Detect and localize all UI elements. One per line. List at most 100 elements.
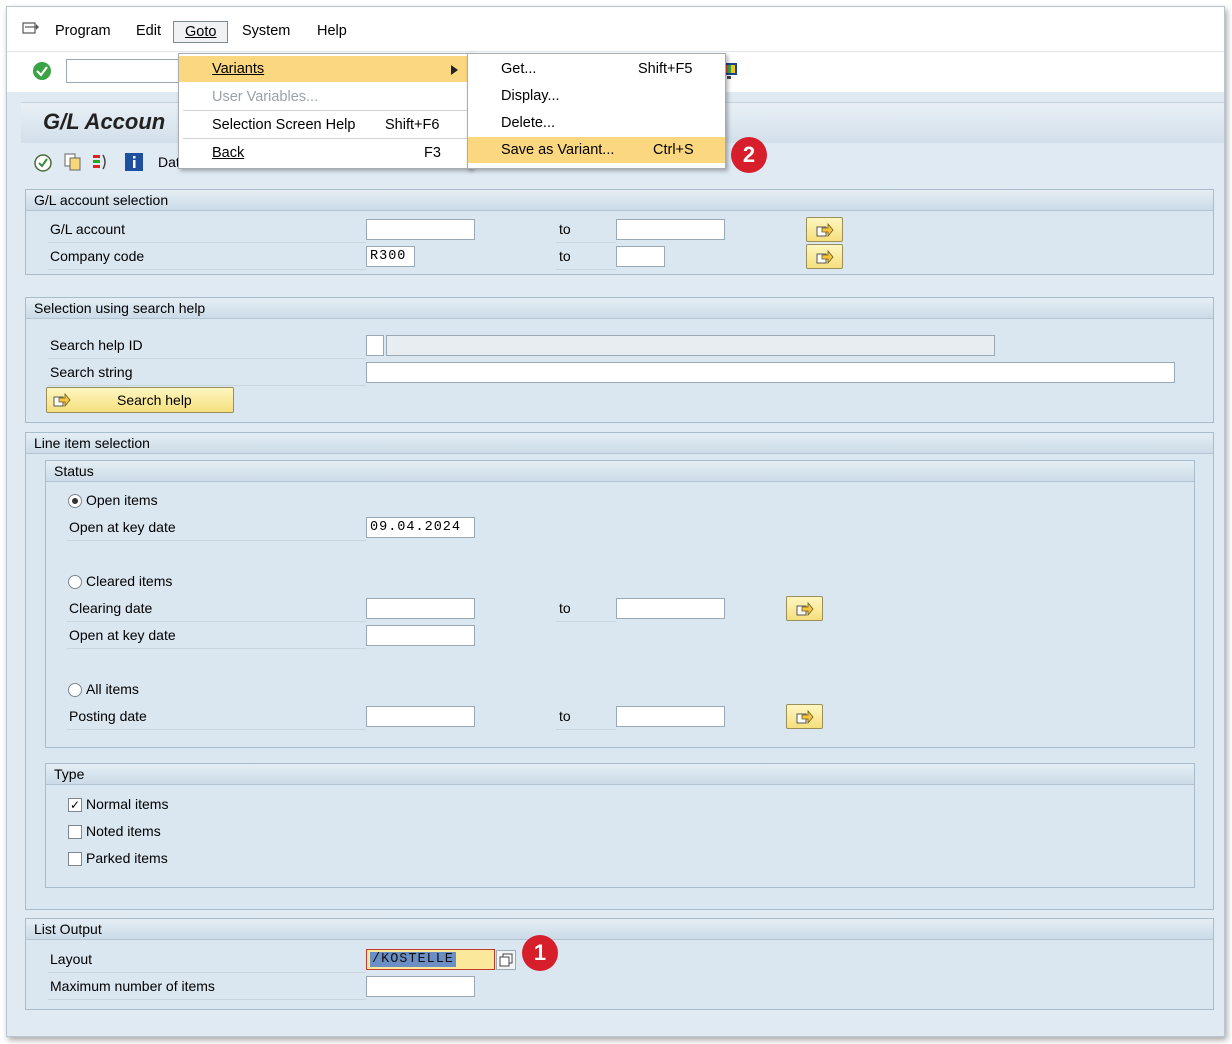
menu-toggle-icon[interactable]	[22, 21, 40, 37]
command-field[interactable]	[66, 59, 186, 83]
menu-item-label: User Variables...	[212, 89, 319, 105]
selection-options-icon[interactable]	[91, 152, 113, 172]
parked-items-checkbox[interactable]	[68, 852, 82, 866]
max-items-label: Maximum number of items	[50, 978, 215, 994]
multiple-selection-button[interactable]	[806, 244, 843, 269]
data-sources-label[interactable]: Dat	[158, 154, 180, 170]
layout-selected-text: /KOSTELLE	[370, 952, 456, 967]
max-items-input[interactable]	[366, 976, 475, 997]
menu-item-label: Variants	[212, 61, 264, 77]
menu-item-label: Display...	[501, 88, 560, 104]
variants-submenu: Get... Shift+F5 Display... Delete... Sav…	[467, 53, 726, 169]
arrow-right-icon	[816, 222, 834, 238]
menu-system[interactable]: System	[242, 23, 290, 39]
company-code-label: Company code	[50, 248, 145, 264]
label-underline	[556, 621, 616, 622]
copy-icon[interactable]	[63, 152, 83, 172]
step-badge-2: 2	[731, 137, 767, 173]
label-underline	[556, 729, 616, 730]
open-key-date-label: Open at key date	[69, 519, 176, 535]
noted-items-checkbox[interactable]	[68, 825, 82, 839]
variants-label: Variants	[212, 61, 265, 77]
menu-item-user-variables: User Variables...	[179, 84, 471, 110]
posting-date-from-input[interactable]	[366, 706, 475, 727]
multiple-selection-button[interactable]	[786, 596, 823, 621]
menu-item-save-as-variant[interactable]: Save as Variant... Ctrl+S	[468, 137, 725, 163]
arrow-right-icon	[796, 709, 814, 725]
gl-account-to-input[interactable]	[616, 219, 725, 240]
label-underline	[48, 385, 366, 386]
posting-date-label: Posting date	[69, 708, 147, 724]
menu-program[interactable]: Program	[55, 23, 111, 39]
menu-item-variants[interactable]: Variants	[179, 56, 471, 82]
open-items-label: Open items	[86, 492, 158, 508]
enter-check-icon[interactable]	[32, 61, 52, 81]
page-title: G/L Accoun	[43, 109, 166, 134]
posting-date-to-input[interactable]	[616, 706, 725, 727]
layout-input[interactable]: /KOSTELLE	[366, 949, 495, 970]
cleared-items-radio[interactable]	[68, 575, 82, 589]
all-items-radio[interactable]	[68, 683, 82, 697]
multiple-selection-button[interactable]	[806, 217, 843, 242]
to-label: to	[559, 600, 571, 616]
label-underline	[48, 242, 366, 243]
execute-icon[interactable]	[33, 153, 53, 173]
value-help-icon	[499, 953, 513, 967]
menu-item-shortcut: Shift+F6	[385, 117, 440, 133]
label-underline	[67, 540, 366, 541]
arrow-right-icon	[53, 392, 71, 408]
normal-items-checkbox[interactable]: ✓	[68, 798, 82, 812]
all-items-label: All items	[86, 681, 139, 697]
parked-items-label: Parked items	[86, 850, 168, 866]
search-help-description	[386, 335, 995, 356]
menu-item-selection-screen-help[interactable]: Selection Screen Help Shift+F6	[179, 112, 471, 138]
menu-item-delete[interactable]: Delete...	[468, 110, 725, 136]
menu-item-back[interactable]: Back F3	[179, 140, 471, 166]
arrow-right-icon	[796, 601, 814, 617]
clearing-date-to-input[interactable]	[616, 598, 725, 619]
search-help-button-label: Search help	[117, 392, 192, 408]
frame-heading: Line item selection	[26, 433, 1213, 454]
back-label: Back	[212, 145, 245, 161]
gl-account-from-input[interactable]	[366, 219, 475, 240]
step-badge-1: 1	[522, 935, 558, 971]
search-help-button[interactable]: Search help	[46, 387, 234, 413]
clearing-date-label: Clearing date	[69, 600, 153, 616]
label-underline	[48, 358, 366, 359]
company-code-from-input[interactable]: R300	[366, 246, 415, 267]
arrow-right-icon	[816, 249, 834, 265]
menu-item-label: Selection Screen Help	[212, 117, 356, 133]
search-string-input[interactable]	[366, 362, 1175, 383]
type-frame: Type ✓ Normal items Noted items Parked i…	[45, 763, 1195, 888]
to-label: to	[559, 221, 571, 237]
menu-edit[interactable]: Edit	[136, 23, 161, 39]
menu-separator	[183, 110, 467, 111]
menu-help[interactable]: Help	[317, 23, 347, 39]
line-item-selection-frame: Line item selection Status Open items Op…	[25, 432, 1214, 910]
menu-bar: Program Edit Goto System Help	[7, 7, 1224, 51]
label-underline	[556, 242, 616, 243]
frame-heading: Status	[46, 461, 1194, 482]
open-items-radio[interactable]	[68, 494, 82, 508]
label-underline	[67, 729, 366, 730]
frame-heading: List Output	[26, 919, 1213, 940]
menu-goto-label: Goto	[185, 24, 217, 40]
info-icon[interactable]	[124, 152, 144, 172]
menu-item-get[interactable]: Get... Shift+F5	[468, 56, 725, 82]
label-underline	[556, 269, 616, 270]
menu-item-label: Delete...	[501, 115, 555, 131]
search-help-frame: Selection using search help Search help …	[25, 297, 1214, 423]
search-help-id-input[interactable]	[366, 335, 384, 356]
clearing-date-from-input[interactable]	[366, 598, 475, 619]
layout-value-help-button[interactable]	[496, 950, 516, 970]
open-key-date-input[interactable]: 09.04.2024	[366, 517, 475, 538]
multiple-selection-button[interactable]	[786, 704, 823, 729]
cleared-key-date-input[interactable]	[366, 625, 475, 646]
normal-items-label: Normal items	[86, 796, 169, 812]
menu-item-label: Save as Variant...	[501, 142, 615, 158]
menu-goto[interactable]: Goto	[173, 21, 229, 43]
layout-label: Layout	[50, 951, 93, 967]
menu-item-display[interactable]: Display...	[468, 83, 725, 109]
company-code-to-input[interactable]	[616, 246, 665, 267]
label-underline	[67, 621, 366, 622]
